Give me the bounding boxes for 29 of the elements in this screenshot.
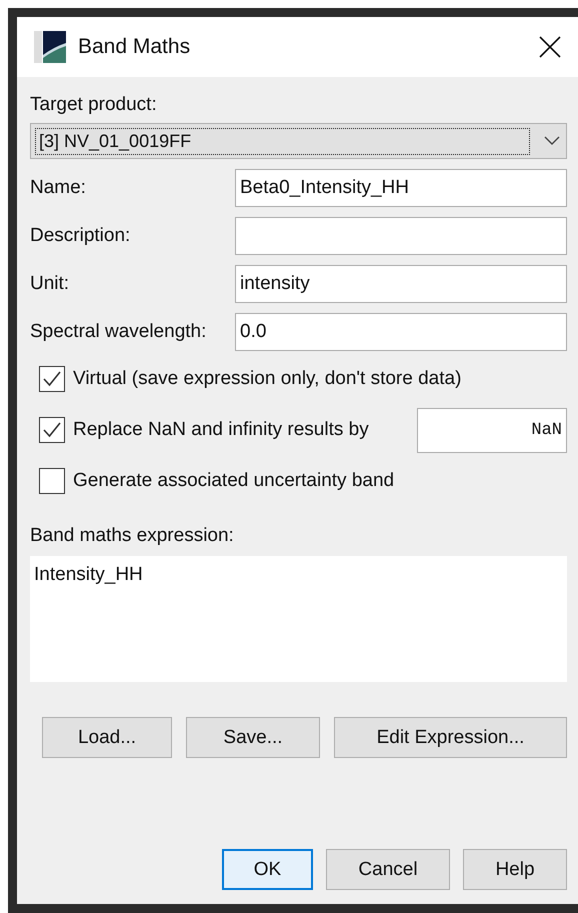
field-label: Band maths expression:	[30, 524, 235, 548]
dialog-button[interactable]: Cancel	[326, 849, 450, 890]
input-field[interactable]: NaN	[417, 408, 567, 452]
action-button[interactable]: Edit Expression...	[334, 717, 567, 758]
checkbox[interactable]	[39, 468, 65, 494]
checkbox-label: Generate associated uncertainty band	[73, 470, 394, 492]
field-label: Description:	[30, 225, 132, 247]
chevron-down-icon	[544, 136, 560, 146]
checkbox-label: Replace NaN and infinity results by	[73, 419, 369, 441]
field-label: Unit:	[30, 273, 70, 295]
app-logo-icon	[34, 31, 66, 63]
input-field[interactable]: intensity	[235, 265, 567, 303]
field-label: Spectral wavelength:	[30, 321, 208, 343]
checkbox[interactable]	[39, 417, 65, 443]
action-button[interactable]: Load...	[42, 717, 172, 758]
expression-text-area[interactable]: Intensity_HH	[30, 556, 567, 682]
window-title: Band Maths	[78, 35, 192, 59]
field-label: Target product:	[30, 93, 158, 117]
dialog-button[interactable]: OK	[222, 849, 313, 890]
input-field[interactable]: 0.0	[235, 313, 567, 351]
dialog-button[interactable]: Help	[463, 849, 567, 890]
input-field[interactable]: Beta0_Intensity_HH	[235, 169, 567, 207]
action-button[interactable]: Save...	[186, 717, 320, 758]
field-label: Name:	[30, 177, 87, 199]
input-field[interactable]	[235, 217, 567, 255]
product-dropdown[interactable]: [3] NV_01_0019FF	[30, 123, 567, 159]
checkbox[interactable]	[39, 366, 65, 392]
checkbox-label: Virtual (save expression only, don't store data)	[73, 368, 462, 390]
close-icon[interactable]	[539, 36, 561, 58]
